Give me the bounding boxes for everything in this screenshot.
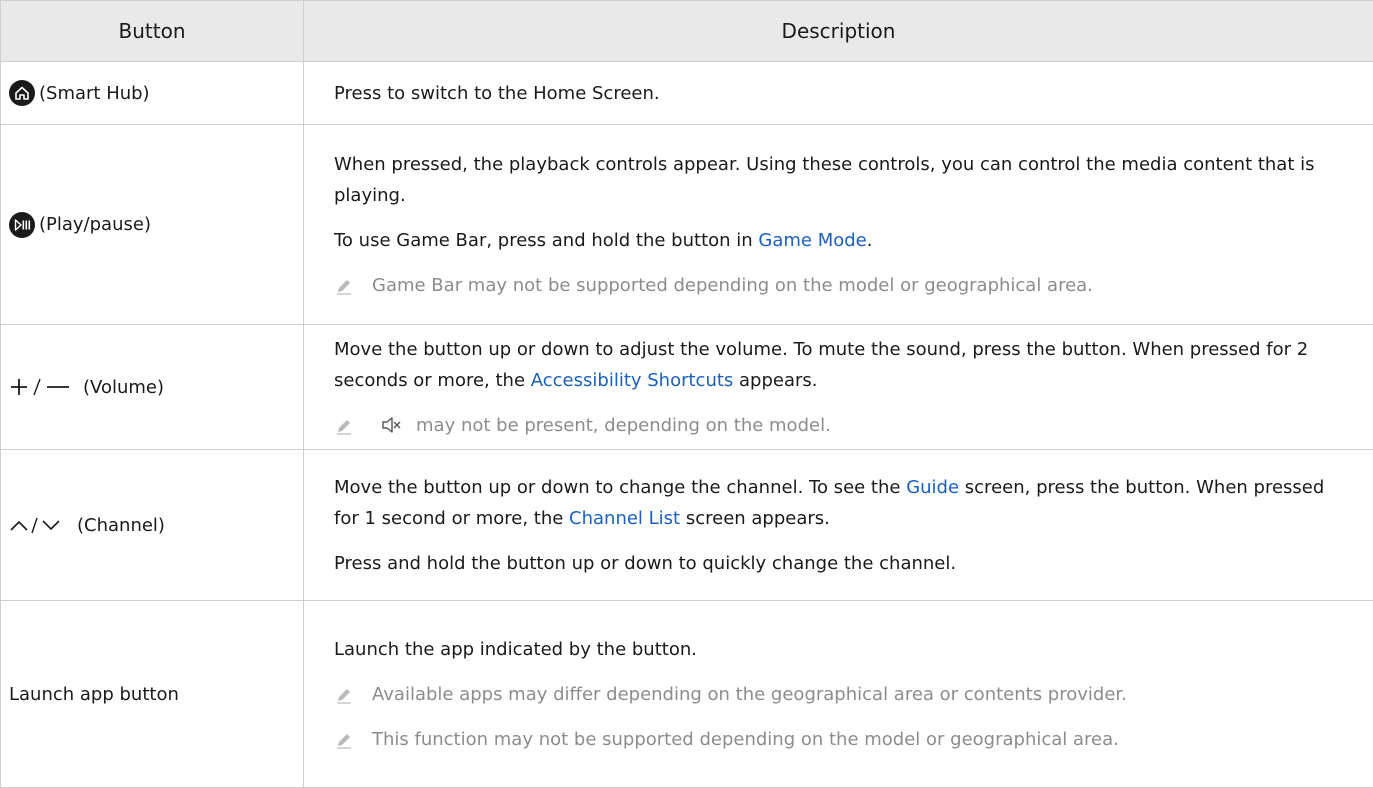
description-text: To use Game Bar, press and hold the butt… <box>334 225 1344 256</box>
pencil-icon <box>334 275 354 295</box>
mute-icon <box>380 414 402 436</box>
button-label: (Play/pause) <box>39 214 151 235</box>
note-text: Available apps may differ depending on t… <box>372 679 1127 710</box>
table-row: (Volume) Move the button up or down to a… <box>1 325 1373 450</box>
pencil-icon <box>334 729 354 749</box>
text-span: . <box>867 230 873 251</box>
table-row: Launch app button Launch the app indicat… <box>1 601 1373 788</box>
text-span: Move the button up or down to adjust the… <box>334 339 1308 391</box>
table-row: (Play/pause) When pressed, the playback … <box>1 125 1373 325</box>
button-label: (Channel) <box>77 515 165 536</box>
note: Game Bar may not be supported depending … <box>334 270 1344 301</box>
text-span: To use Game Bar, press and hold the butt… <box>334 230 758 251</box>
note-text: may not be present, depending on the mod… <box>416 410 831 441</box>
home-icon <box>9 80 35 106</box>
description-cell: Move the button up or down to change the… <box>304 450 1373 601</box>
description-text: When pressed, the playback controls appe… <box>334 149 1344 211</box>
button-label: (Smart Hub) <box>39 83 150 104</box>
pencil-icon <box>334 684 354 704</box>
text-span: appears. <box>733 370 817 391</box>
button-cell: (Play/pause) <box>1 125 304 325</box>
text-span: screen appears. <box>680 508 830 529</box>
description-cell: Move the button up or down to adjust the… <box>304 325 1373 450</box>
table-header-row: Button Description <box>1 1 1373 62</box>
remote-buttons-table: Button Description (Smart Hub) Press to … <box>0 0 1373 788</box>
button-cell: (Channel) <box>1 450 304 601</box>
button-label: Launch app button <box>9 684 179 705</box>
button-cell: Launch app button <box>1 601 304 788</box>
game-mode-link[interactable]: Game Mode <box>758 230 866 251</box>
description-text: Press to switch to the Home Screen. <box>334 78 1344 109</box>
note: Available apps may differ depending on t… <box>334 679 1344 710</box>
description-text: Press and hold the button up or down to … <box>334 548 1344 579</box>
note: This function may not be supported depen… <box>334 724 1344 755</box>
button-cell: (Volume) <box>1 325 304 450</box>
description-text: Launch the app indicated by the button. <box>334 634 1344 665</box>
table-row: (Smart Hub) Press to switch to the Home … <box>1 62 1373 125</box>
button-cell: (Smart Hub) <box>1 62 304 125</box>
note-text: Game Bar may not be supported depending … <box>372 270 1093 301</box>
text-span: Move the button up or down to change the… <box>334 477 906 498</box>
header-button: Button <box>1 1 304 62</box>
channel-list-link[interactable]: Channel List <box>569 508 680 529</box>
description-cell: Launch the app indicated by the button. … <box>304 601 1373 788</box>
description-text: Move the button up or down to adjust the… <box>334 334 1344 396</box>
button-label: (Volume) <box>83 377 164 398</box>
play-pause-icon <box>9 212 35 238</box>
accessibility-shortcuts-link[interactable]: Accessibility Shortcuts <box>531 370 734 391</box>
header-description: Description <box>304 1 1373 62</box>
channel-up-down-icon <box>9 514 73 536</box>
description-text: Move the button up or down to change the… <box>334 472 1344 534</box>
table-row: (Channel) Move the button up or down to … <box>1 450 1373 601</box>
guide-link[interactable]: Guide <box>906 477 959 498</box>
plus-minus-icon <box>9 376 79 398</box>
note: may not be present, depending on the mod… <box>334 410 1344 441</box>
description-cell: When pressed, the playback controls appe… <box>304 125 1373 325</box>
note-text: This function may not be supported depen… <box>372 724 1119 755</box>
pencil-icon <box>334 415 354 435</box>
description-cell: Press to switch to the Home Screen. <box>304 62 1373 125</box>
